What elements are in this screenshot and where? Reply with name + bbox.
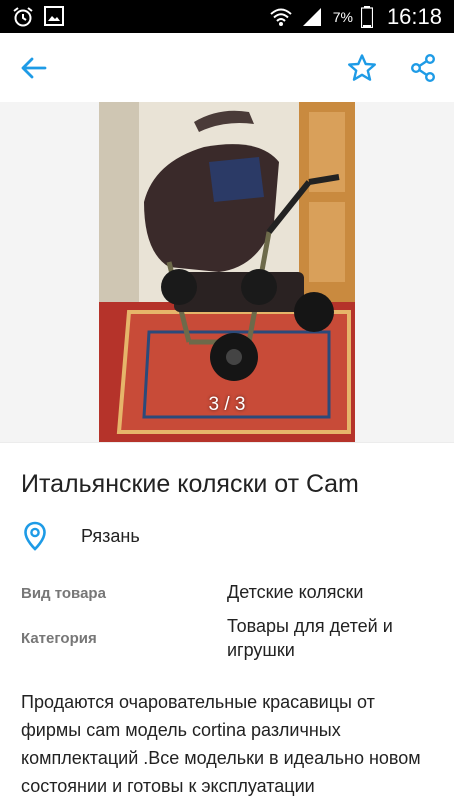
- photo-gallery[interactable]: 3 / 3: [0, 102, 454, 443]
- status-bar: 7% 16:18: [0, 0, 454, 33]
- star-outline-icon[interactable]: [347, 53, 377, 83]
- battery-icon: [360, 6, 373, 28]
- battery-percent: 7%: [332, 9, 353, 25]
- photo-counter: 3 / 3: [208, 394, 246, 415]
- location-pin-icon: [24, 521, 46, 551]
- listing-title: Итальянские коляски от Cam: [21, 470, 359, 498]
- alarm-icon: [13, 7, 33, 27]
- attribute-label-category: Категория: [21, 630, 97, 647]
- app-bar: [0, 33, 454, 102]
- share-icon[interactable]: [408, 53, 438, 83]
- clock: 16:18: [386, 4, 442, 29]
- wifi-icon: [270, 8, 292, 26]
- listing-description: Продаются очаровательные красавицы от фи…: [21, 692, 421, 796]
- attribute-label-type: Вид товара: [21, 585, 106, 602]
- location-name: Рязань: [81, 526, 140, 546]
- arrow-left-icon[interactable]: [18, 53, 48, 83]
- gallery-icon: [44, 6, 64, 26]
- stroller-photo[interactable]: [99, 102, 355, 442]
- attribute-value-category: Товары для детей и игрушки: [227, 616, 393, 660]
- attribute-value-type: Детские коляски: [227, 582, 364, 602]
- signal-icon: [302, 8, 321, 26]
